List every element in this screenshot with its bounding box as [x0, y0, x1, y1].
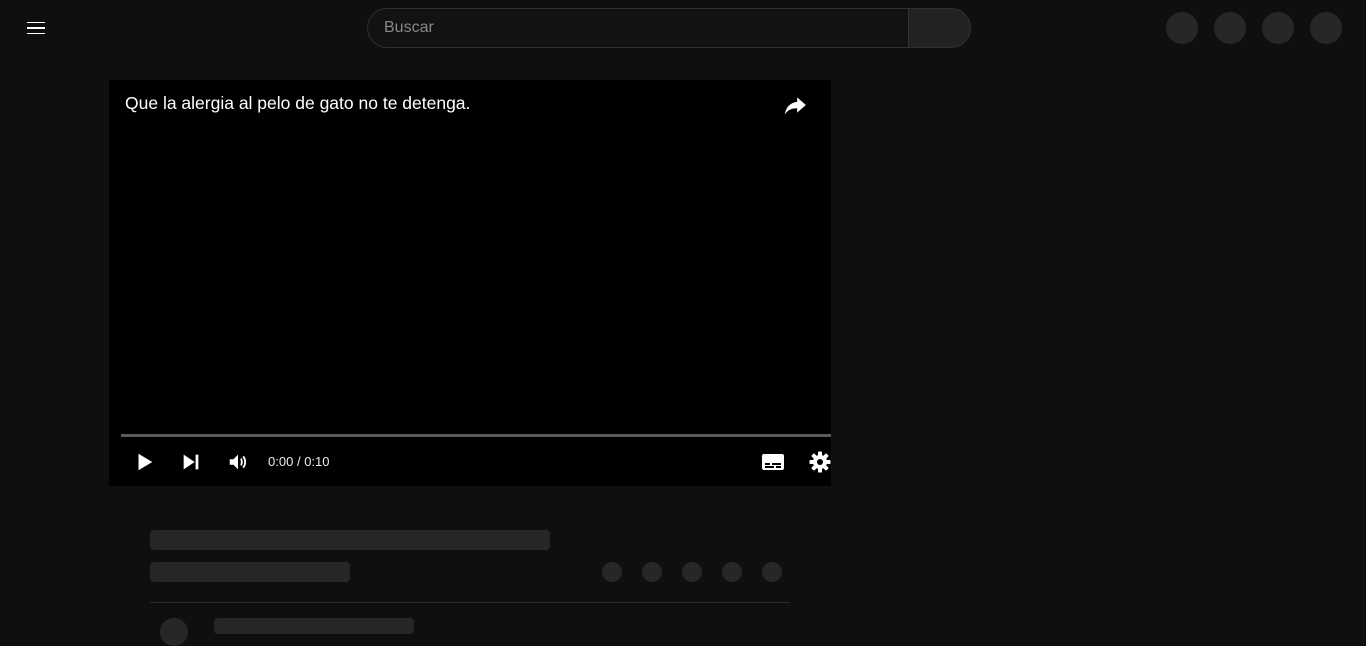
- action-skeleton-2: [642, 562, 662, 582]
- time-display: 0:00 / 0:10: [268, 454, 330, 469]
- header-action-placeholder-3[interactable]: [1262, 12, 1294, 44]
- progress-bar[interactable]: [121, 434, 831, 437]
- menu-icon[interactable]: [16, 8, 56, 48]
- play-icon[interactable]: [131, 450, 157, 474]
- header-action-placeholder-1[interactable]: [1166, 12, 1198, 44]
- time-current: 0:00: [268, 454, 294, 469]
- gear-icon[interactable]: [807, 449, 831, 475]
- video-player[interactable]: Que la alergia al pelo de gato no te det…: [109, 80, 831, 486]
- action-skeleton-4: [722, 562, 742, 582]
- search-input[interactable]: [367, 8, 908, 48]
- action-skeleton-5: [762, 562, 782, 582]
- avatar-placeholder[interactable]: [1310, 12, 1342, 44]
- skip-next-icon[interactable]: [178, 450, 204, 474]
- subtitle-skeleton: [150, 562, 350, 582]
- share-icon[interactable]: [781, 92, 809, 118]
- channel-avatar-skeleton: [160, 618, 188, 646]
- search-box: [367, 8, 971, 48]
- video-title[interactable]: Que la alergia al pelo de gato no te det…: [125, 93, 470, 114]
- channel-name-skeleton: [214, 618, 414, 634]
- subtitles-icon[interactable]: [760, 450, 786, 474]
- action-skeleton-1: [602, 562, 622, 582]
- action-skeleton-3: [682, 562, 702, 582]
- title-skeleton: [150, 530, 550, 550]
- top-bar: [0, 0, 1366, 56]
- time-separator: /: [296, 454, 301, 469]
- time-total: 0:10: [304, 454, 330, 469]
- volume-icon[interactable]: [225, 450, 251, 474]
- header-action-placeholder-2[interactable]: [1214, 12, 1246, 44]
- search-button[interactable]: [908, 8, 971, 48]
- divider: [150, 602, 790, 603]
